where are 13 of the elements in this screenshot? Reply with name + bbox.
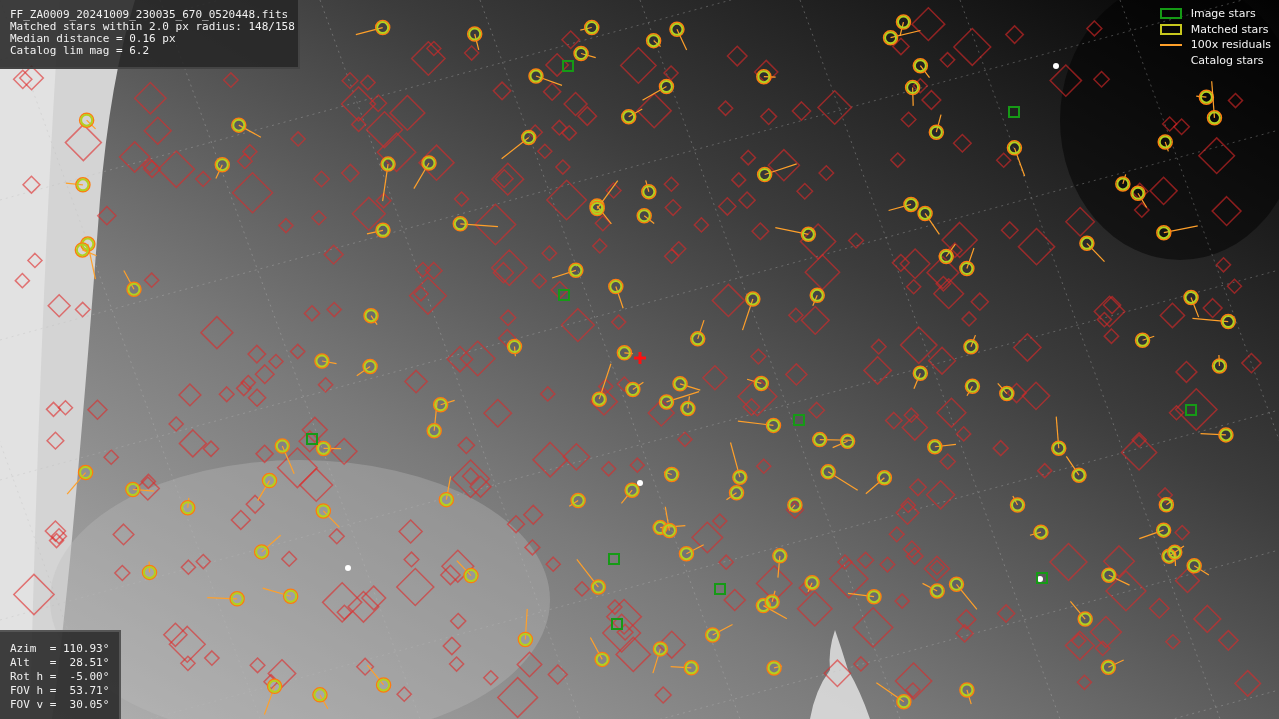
pointing-text: Rot h = -5.00° (10, 670, 110, 684)
legend-label: 100x residuals (1190, 38, 1271, 52)
legend-label: Image stars (1190, 7, 1256, 21)
legend-label: Matched stars (1190, 22, 1269, 36)
pointing-text: Azim = 110.93° (10, 642, 110, 656)
info-text: FF_ZA0009_20241009_230035_670_0520448.fits (10, 9, 289, 21)
info-text: Matched stars within 2.0 px radius: 148/158 (10, 21, 295, 33)
info-text: Catalog lim mag = 6.2 (10, 45, 150, 57)
pointing-text: Alt = 28.51° (10, 656, 110, 670)
info-text: Median distance = 0.16 px (10, 33, 176, 45)
pointing-text: FOV h = 53.71° (10, 684, 110, 698)
pointing-text: FOV v = 30.05° (10, 698, 110, 712)
legend-label: Catalog stars (1190, 53, 1264, 67)
